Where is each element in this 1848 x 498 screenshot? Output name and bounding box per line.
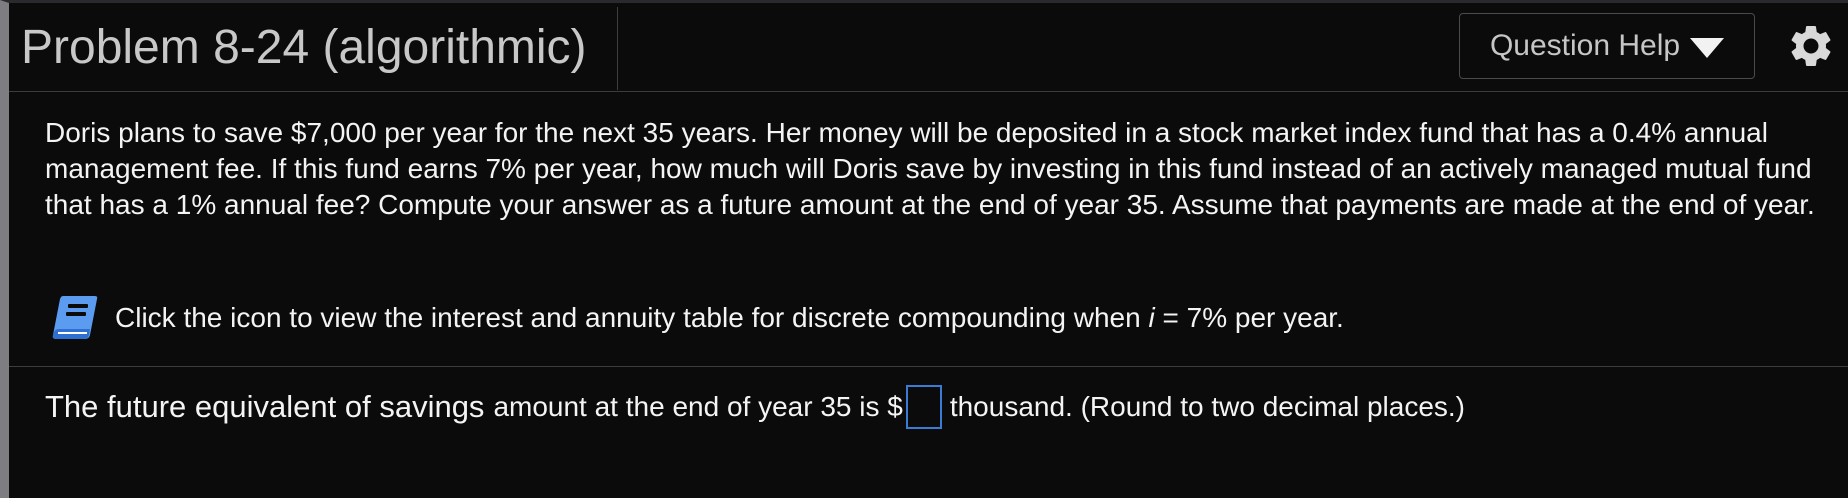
hint-text: Click the icon to view the interest and … bbox=[115, 302, 1344, 334]
hint-text-after: = 7% per year. bbox=[1154, 302, 1344, 333]
answer-lead-text: The future equivalent of savings bbox=[45, 389, 485, 424]
question-help-label: Question Help bbox=[1489, 29, 1681, 62]
problem-header: Problem 8-24 (algorithmic) Question Help bbox=[9, 3, 1848, 92]
answer-tail-text: thousand. (Round to two decimal places.) bbox=[949, 391, 1465, 422]
problem-window: Problem 8-24 (algorithmic) Question Help… bbox=[0, 0, 1848, 498]
table-hint: Click the icon to view the interest and … bbox=[49, 293, 1344, 343]
caret-down-icon bbox=[1690, 38, 1725, 58]
answer-row: The future equivalent of savings amount … bbox=[45, 383, 1465, 431]
question-text: Doris plans to save $7,000 per year for … bbox=[45, 117, 1815, 220]
title-divider bbox=[617, 7, 618, 90]
book-icon[interactable] bbox=[49, 293, 101, 343]
question-help-button[interactable]: Question Help bbox=[1459, 13, 1755, 79]
hint-text-before: Click the icon to view the interest and … bbox=[115, 302, 1149, 333]
answer-middle-text: amount at the end of year 35 is $ bbox=[493, 391, 903, 422]
gear-icon[interactable] bbox=[1786, 21, 1836, 71]
problem-title: Problem 8-24 (algorithmic) bbox=[21, 21, 587, 74]
answer-input[interactable] bbox=[905, 385, 942, 429]
section-divider bbox=[9, 366, 1848, 367]
